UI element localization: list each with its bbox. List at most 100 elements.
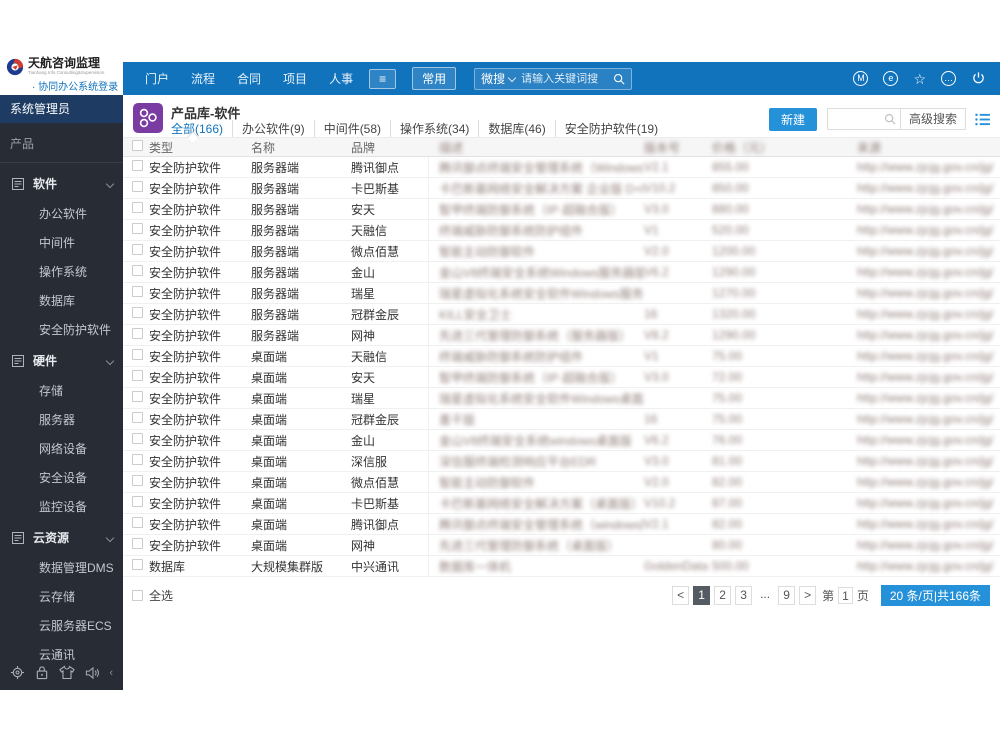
nav-hr[interactable]: 人事	[329, 70, 353, 87]
message-m-icon[interactable]: M	[853, 71, 869, 86]
cell-source-link[interactable]: http://www.zjcjg.gov.cn/jg/	[857, 475, 1000, 489]
tab-all[interactable]: 全部(166)	[169, 120, 232, 137]
tab-office-software[interactable]: 办公软件(9)	[232, 120, 314, 137]
table-row[interactable]: 安全防护软件 桌面端 冠群金辰 墨干版 16 75.00 http://www.…	[123, 409, 1000, 430]
page-button-3[interactable]: 3	[735, 585, 753, 605]
table-row[interactable]: 数据库 大规模集群版 中兴通讯 数据库一体机 GoldenData s... 5…	[123, 556, 1000, 577]
sidebar-item[interactable]: 网络设备	[0, 434, 123, 463]
cell-source-link[interactable]: http://www.zjcjg.gov.cn/jg/	[857, 349, 1000, 363]
page-size-summary-badge[interactable]: 20 条/页|共166条	[880, 584, 990, 606]
row-checkbox[interactable]	[132, 265, 143, 276]
cell-source-link[interactable]: http://www.zjcjg.gov.cn/jg/	[857, 391, 1000, 405]
row-checkbox[interactable]	[132, 286, 143, 297]
select-all-checkbox[interactable]	[132, 589, 143, 601]
sidebar-section-product[interactable]: 产品	[0, 123, 123, 163]
tab-security-software[interactable]: 安全防护软件(19)	[554, 120, 667, 137]
nav-portal[interactable]: 门户	[145, 70, 169, 87]
table-row[interactable]: 安全防护软件 桌面端 深信服 深信服终端检测响应平台EDR V3.0 81.00…	[123, 451, 1000, 472]
row-checkbox[interactable]	[132, 328, 143, 339]
table-row[interactable]: 安全防护软件 桌面端 金山 金山V8终端安全系统windows桌面版 V6.2 …	[123, 430, 1000, 451]
table-row[interactable]: 安全防护软件 服务器端 网神 先进三代管理防御系统（服务器版） V8.2 129…	[123, 325, 1000, 346]
table-row[interactable]: 安全防护软件 桌面端 天融信 终端威胁防御系统防护组件 V1 75.00 htt…	[123, 346, 1000, 367]
menu-toggle-icon[interactable]: ≡	[369, 68, 397, 89]
settings-gear-icon[interactable]	[10, 665, 25, 680]
favorites-star-icon[interactable]: ☆	[913, 72, 926, 86]
cell-source-link[interactable]: http://www.zjcjg.gov.cn/jg/	[857, 265, 1000, 279]
row-checkbox[interactable]	[132, 496, 143, 507]
row-checkbox[interactable]	[132, 391, 143, 402]
tab-middleware[interactable]: 中间件(58)	[313, 120, 390, 137]
list-view-icon[interactable]	[975, 113, 990, 126]
table-row[interactable]: 安全防护软件 服务器端 微点佰慧 智能主动防御软件 V2.0 1200.00 h…	[123, 241, 1000, 262]
row-checkbox[interactable]	[132, 202, 143, 213]
sidebar-group-hardware[interactable]: 硬件	[0, 344, 123, 376]
speaker-volume-icon[interactable]	[85, 666, 100, 680]
nav-frequently-used[interactable]: 常用	[412, 67, 457, 90]
table-row[interactable]: 安全防护软件 服务器端 卡巴斯基 卡巴斯基网络安全解决方案 企业版 D+H V1…	[123, 178, 1000, 199]
cell-source-link[interactable]: http://www.zjcjg.gov.cn/jg/	[857, 181, 1000, 195]
row-checkbox[interactable]	[132, 370, 143, 381]
cell-source-link[interactable]: http://www.zjcjg.gov.cn/jg/	[857, 223, 1000, 237]
sidebar-item[interactable]: 安全防护软件	[0, 315, 123, 344]
row-checkbox[interactable]	[132, 454, 143, 465]
header-checkbox[interactable]	[132, 140, 143, 151]
row-checkbox[interactable]	[132, 538, 143, 549]
page-prev-button[interactable]: <	[672, 585, 690, 605]
row-checkbox[interactable]	[132, 160, 143, 171]
search-icon[interactable]	[884, 113, 896, 125]
sidebar-item[interactable]: 操作系统	[0, 257, 123, 286]
row-checkbox[interactable]	[132, 181, 143, 192]
advanced-search-button[interactable]: 高级搜索	[899, 109, 965, 129]
cell-source-link[interactable]: http://www.zjcjg.gov.cn/jg/	[857, 538, 1000, 552]
page-jump-input[interactable]: 1	[838, 586, 853, 604]
table-row[interactable]: 安全防护软件 桌面端 瑞星 瑞星虚拟化系统安全软件Windows桌面版 75.0…	[123, 388, 1000, 409]
sidebar-group-cloud[interactable]: 云资源	[0, 521, 123, 553]
tab-database[interactable]: 数据库(46)	[478, 120, 554, 137]
table-row[interactable]: 安全防护软件 服务器端 天融信 终端威胁防御系统防护组件 V1 520.00 h…	[123, 220, 1000, 241]
tab-os[interactable]: 操作系统(34)	[390, 120, 478, 137]
sidebar-item[interactable]: 数据管理DMS	[0, 553, 123, 582]
sidebar-item[interactable]: 云服务器ECS	[0, 611, 123, 640]
page-button-1[interactable]: 1	[693, 585, 711, 605]
table-row[interactable]: 安全防护软件 桌面端 安天 智甲终端防御系统（IP·超融合版） V3.0 72.…	[123, 367, 1000, 388]
page-button-2[interactable]: 2	[714, 585, 732, 605]
page-next-button[interactable]: >	[799, 585, 817, 605]
table-row[interactable]: 安全防护软件 服务器端 冠群金辰 KILL安全卫士 16 1320.00 htt…	[123, 304, 1000, 325]
table-row[interactable]: 安全防护软件 桌面端 微点佰慧 智能主动防御软件 V2.0 82.00 http…	[123, 472, 1000, 493]
row-checkbox[interactable]	[132, 244, 143, 255]
cell-source-link[interactable]: http://www.zjcjg.gov.cn/jg/	[857, 433, 1000, 447]
sidebar-item[interactable]: 监控设备	[0, 492, 123, 521]
cell-source-link[interactable]: http://www.zjcjg.gov.cn/jg/	[857, 307, 1000, 321]
table-row[interactable]: 安全防护软件 桌面端 腾讯御点 腾讯御点终端安全管理系统（windows版）/ …	[123, 514, 1000, 535]
sidebar-group-software[interactable]: 软件	[0, 167, 123, 199]
cell-source-link[interactable]: http://www.zjcjg.gov.cn/jg/	[857, 454, 1000, 468]
theme-shirt-icon[interactable]	[58, 665, 75, 680]
nav-project[interactable]: 项目	[283, 70, 307, 87]
cell-source-link[interactable]: http://www.zjcjg.gov.cn/jg/	[857, 370, 1000, 384]
sidebar-item[interactable]: 数据库	[0, 286, 123, 315]
new-button[interactable]: 新建	[768, 107, 817, 131]
power-logout-icon[interactable]	[971, 71, 986, 86]
cell-source-link[interactable]: http://www.zjcjg.gov.cn/jg/	[857, 328, 1000, 342]
search-icon[interactable]	[613, 73, 625, 85]
cell-source-link[interactable]: http://www.zjcjg.gov.cn/jg/	[857, 517, 1000, 531]
table-row[interactable]: 安全防护软件 桌面端 网神 先进三代管理防御系统（桌面版） 80.00 http…	[123, 535, 1000, 556]
sidebar-item[interactable]: 存储	[0, 376, 123, 405]
oa-login-link[interactable]: · 协同办公系统登录	[32, 78, 123, 93]
page-button-9[interactable]: 9	[778, 585, 796, 605]
cell-source-link[interactable]: http://www.zjcjg.gov.cn/jg/	[857, 559, 1000, 573]
row-checkbox[interactable]	[132, 475, 143, 486]
row-checkbox[interactable]	[132, 433, 143, 444]
table-row[interactable]: 安全防护软件 服务器端 金山 金山V8终端安全系统Windows服务器版 V6.…	[123, 262, 1000, 283]
row-checkbox[interactable]	[132, 412, 143, 423]
more-icon[interactable]: …	[941, 71, 956, 86]
row-checkbox[interactable]	[132, 349, 143, 360]
row-checkbox[interactable]	[132, 223, 143, 234]
cell-source-link[interactable]: http://www.zjcjg.gov.cn/jg/	[857, 286, 1000, 300]
sidebar-item[interactable]: 办公软件	[0, 199, 123, 228]
row-checkbox[interactable]	[132, 559, 143, 570]
collapse-chevron-icon[interactable]: ‹	[109, 667, 113, 679]
table-row[interactable]: 安全防护软件 服务器端 安天 智甲终端防御系统（IP·超融合版） V3.0 88…	[123, 199, 1000, 220]
cell-source-link[interactable]: http://www.zjcjg.gov.cn/jg/	[857, 160, 1000, 174]
cell-source-link[interactable]: http://www.zjcjg.gov.cn/jg/	[857, 244, 1000, 258]
